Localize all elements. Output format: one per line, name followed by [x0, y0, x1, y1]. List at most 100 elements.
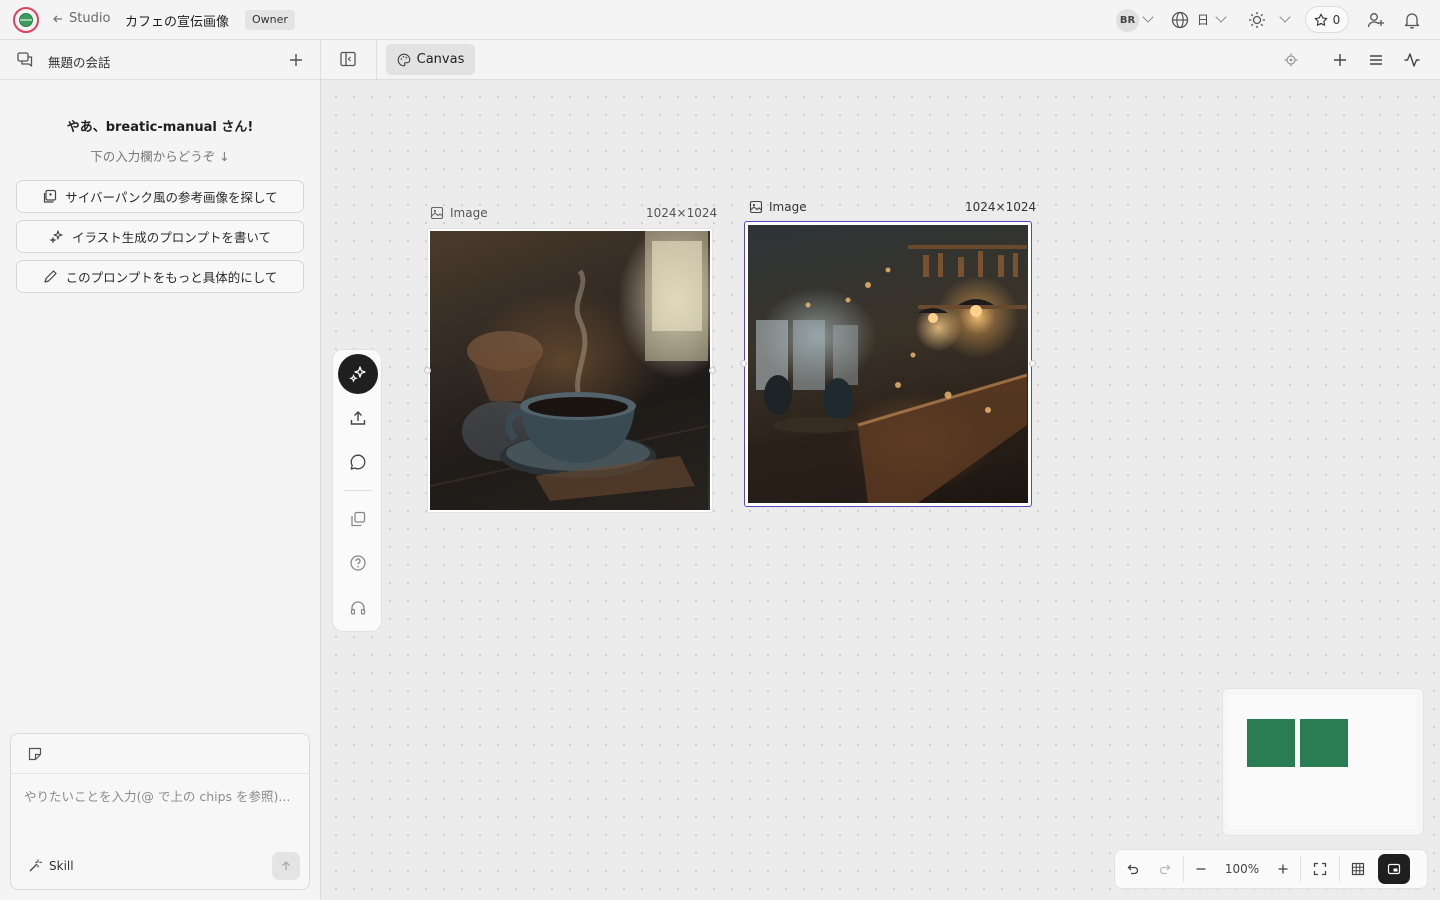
minimap-node: [1247, 719, 1295, 767]
grid-icon: [1351, 862, 1365, 876]
fullscreen-icon: [1313, 862, 1327, 876]
star-count: 0: [1332, 12, 1341, 27]
globe-icon[interactable]: [1169, 9, 1191, 31]
rail-divider: [344, 490, 372, 491]
chat-header: 無題の会話: [0, 40, 320, 80]
undo-icon: [1127, 864, 1139, 875]
menu-icon[interactable]: [1365, 49, 1387, 71]
sparkles-icon: [349, 366, 366, 383]
help-button[interactable]: [338, 543, 378, 583]
zoom-controls: 100%: [1114, 849, 1428, 889]
chat-sidebar: 無題の会話 やあ、breatic-manual さん! 下の入力欄からどうぞ ↓…: [0, 40, 321, 900]
chevron-down-icon[interactable]: [1279, 11, 1291, 23]
app-logo[interactable]: [13, 7, 39, 33]
sidebar-toggle-icon[interactable]: [339, 50, 359, 70]
suggestion-chip[interactable]: このプロンプトをもっと具体的にして: [16, 260, 304, 293]
copy-icon: [351, 511, 366, 527]
resize-handle-left[interactable]: [740, 360, 747, 367]
support-button[interactable]: [338, 588, 378, 628]
magic-wand-icon: [29, 859, 42, 872]
locate-icon[interactable]: [1280, 49, 1302, 71]
add-node-icon[interactable]: [1329, 49, 1351, 71]
chat-composer: やりたいことを入力(@ で上の chips を参照)... Skill: [10, 733, 310, 890]
chevron-down-icon[interactable]: [1215, 11, 1227, 23]
zoom-out-button[interactable]: [1184, 849, 1218, 889]
greeting-subtext: 下の入力欄からどうぞ ↓: [90, 149, 230, 164]
assets-button[interactable]: [338, 499, 378, 539]
image-node-dimensions: 1024×1024: [965, 200, 1037, 214]
headphones-icon: [350, 601, 366, 615]
activity-icon[interactable]: [1401, 49, 1423, 71]
image-node-label: Image: [749, 200, 807, 214]
comment-button[interactable]: [338, 442, 378, 482]
prompt-input[interactable]: やりたいことを入力(@ で上の chips を参照)...: [24, 786, 304, 805]
image-node-label: Image: [430, 206, 488, 220]
skill-label: Skill: [49, 858, 74, 873]
minimap-toggle-button[interactable]: [1378, 854, 1410, 884]
resize-handle-right[interactable]: [709, 367, 716, 374]
greeting-heading: やあ、breatic-manual さん!: [66, 120, 254, 135]
minimap-node: [1300, 719, 1348, 767]
image-search-icon: [44, 189, 57, 203]
fit-screen-button[interactable]: [1301, 849, 1339, 889]
minimap-icon: [1387, 863, 1401, 875]
favorite-button[interactable]: 0: [1305, 6, 1349, 33]
plus-icon: [1278, 864, 1288, 874]
grid-toggle-button[interactable]: [1340, 849, 1376, 889]
upload-icon: [350, 411, 366, 425]
resize-handle-right[interactable]: [1029, 360, 1036, 367]
image-node-type: Image: [450, 206, 488, 220]
bell-icon[interactable]: [1401, 9, 1423, 31]
suggestion-chip[interactable]: サイバーパンク風の参考画像を探して: [16, 180, 304, 213]
resize-handle-left[interactable]: [424, 367, 431, 374]
send-button[interactable]: [272, 852, 300, 880]
chip-label: このプロンプトをもっと具体的にして: [65, 270, 278, 285]
project-title[interactable]: カフェの宣伝画像: [125, 11, 229, 30]
note-add-icon[interactable]: [24, 743, 46, 765]
back-to-studio-link[interactable]: Studio: [52, 11, 110, 26]
image-node[interactable]: [424, 228, 716, 513]
help-icon: [350, 555, 366, 571]
chat-bubble-icon: [350, 454, 366, 470]
minimap[interactable]: [1222, 688, 1424, 836]
cafe-interior-image: [748, 225, 1028, 503]
user-avatar[interactable]: BR: [1116, 9, 1139, 32]
upload-button[interactable]: [338, 398, 378, 438]
undo-button[interactable]: [1115, 849, 1149, 889]
skill-button[interactable]: Skill: [28, 858, 74, 873]
canvas-toolbar: Canvas: [321, 40, 1440, 80]
new-conversation-icon[interactable]: [285, 49, 307, 71]
arrow-left-icon: [53, 15, 62, 22]
coffee-image: [430, 231, 710, 510]
palette-icon: [397, 53, 410, 66]
top-bar: Studio カフェの宣伝画像 Owner BR 日 0: [0, 0, 1440, 40]
image-node-dimensions: 1024×1024: [646, 206, 718, 220]
sun-icon[interactable]: [1246, 9, 1268, 31]
conversations-icon[interactable]: [14, 49, 36, 71]
role-badge: Owner: [245, 10, 295, 30]
sparkles-icon: [49, 230, 63, 244]
language-selector[interactable]: 日: [1197, 11, 1209, 28]
suggestion-chip[interactable]: イラスト生成のプロンプトを書いて: [16, 220, 304, 253]
ai-generate-button[interactable]: [338, 354, 378, 394]
tab-canvas[interactable]: Canvas: [386, 44, 475, 75]
image-icon: [749, 200, 763, 214]
zoom-level[interactable]: 100%: [1218, 862, 1266, 876]
pencil-icon: [44, 270, 57, 283]
chip-label: サイバーパンク風の参考画像を探して: [65, 190, 278, 205]
redo-button[interactable]: [1149, 849, 1183, 889]
image-node-selected[interactable]: [740, 221, 1036, 507]
redo-icon: [1159, 864, 1171, 875]
toolbar-divider: [376, 40, 377, 80]
image-node-type: Image: [769, 200, 807, 214]
add-user-icon[interactable]: [1365, 9, 1387, 31]
tab-label: Canvas: [416, 52, 465, 67]
zoom-in-button[interactable]: [1266, 849, 1300, 889]
back-link-label: Studio: [69, 11, 111, 26]
chevron-down-icon[interactable]: [1142, 11, 1154, 23]
chip-label: イラスト生成のプロンプトを書いて: [71, 230, 271, 245]
arrow-up-icon: [282, 861, 290, 870]
conversation-title[interactable]: 無題の会話: [48, 52, 111, 71]
star-icon: [1314, 13, 1328, 26]
canvas-tool-rail: [332, 349, 382, 632]
